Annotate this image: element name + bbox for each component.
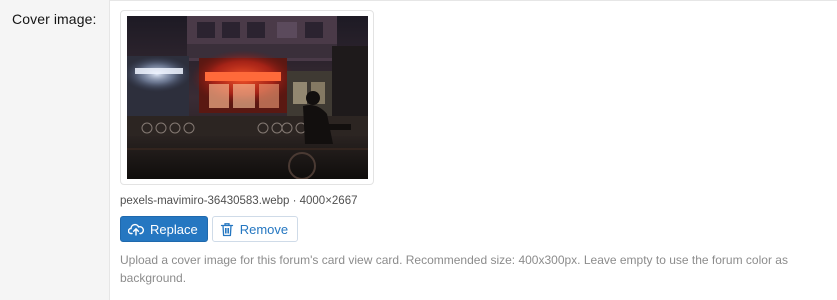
field-label: Cover image: — [12, 11, 97, 27]
image-file-info: pexels-mavimiro-36430583.webp · 4000×266… — [120, 195, 358, 207]
cover-image-preview-frame — [120, 10, 374, 185]
remove-button-label: Remove — [239, 221, 289, 237]
field-content-cell: pexels-mavimiro-36430583.webp · 4000×266… — [110, 0, 837, 300]
field-help-text: Upload a cover image for this forum's ca… — [120, 253, 788, 285]
trash-icon — [220, 222, 234, 237]
upload-icon — [128, 222, 144, 236]
replace-button-label: Replace — [150, 221, 198, 237]
replace-button[interactable]: Replace — [120, 216, 208, 242]
cover-image-preview — [127, 16, 368, 179]
field-label-cell: Cover image: — [0, 0, 110, 300]
cover-image-form-row: Cover image: pexels-mavimiro-36430583.we… — [0, 0, 837, 300]
remove-button[interactable]: Remove — [211, 216, 299, 242]
image-actions: Replace Remove — [120, 216, 837, 242]
